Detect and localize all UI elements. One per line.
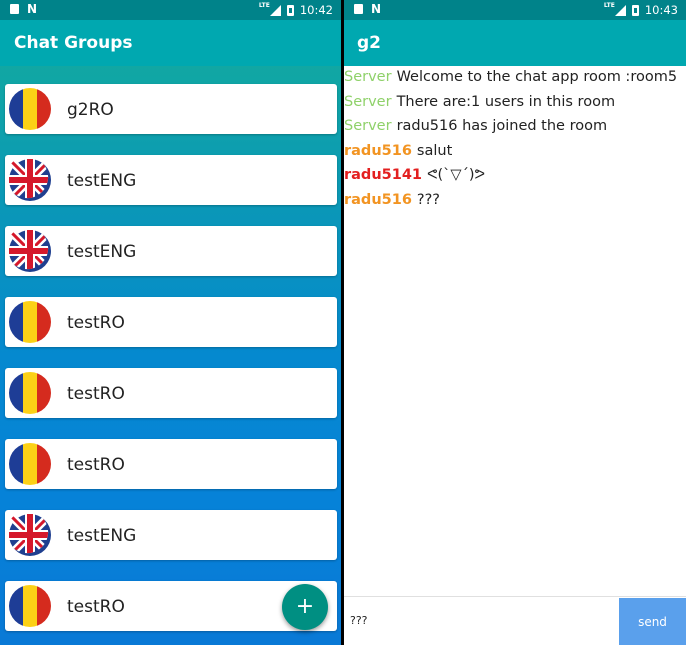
group-name: testENG (67, 242, 137, 262)
app-title: Chat Groups (14, 33, 133, 53)
message-list: Server Welcome to the chat app room :room… (344, 69, 686, 216)
signal-icon (269, 4, 281, 16)
message-text: Welcome to the chat app room :room5 (396, 69, 678, 85)
send-button[interactable]: send (619, 598, 686, 645)
group-card[interactable]: testENG (5, 510, 337, 560)
add-group-button[interactable]: + (282, 584, 328, 630)
group-name: testRO (67, 313, 125, 333)
message-text: ᕙ(`▽´)ᕗ (427, 167, 486, 183)
message-sender: radu516 (344, 191, 412, 208)
message-text: radu516 has joined the room (396, 118, 608, 134)
lte-indicator: LTE (258, 2, 270, 9)
chat-room-screen: N LTE 10:43 g2 Server Welcome to the chat… (344, 0, 686, 645)
group-name: testRO (67, 384, 125, 404)
uk-flag-icon (9, 159, 51, 201)
group-name: g2RO (67, 100, 114, 120)
group-name: testENG (67, 526, 137, 546)
group-card[interactable]: testENG (5, 226, 337, 276)
battery-icon (631, 4, 639, 16)
status-bar: N LTE 10:42 (0, 0, 341, 20)
message-text: salut (416, 142, 453, 159)
app-bar: g2 (344, 20, 686, 66)
group-card[interactable]: testRO (5, 368, 337, 418)
message-row: radu5141 ᕙ(`▽´)ᕗ (344, 167, 686, 192)
group-name: testENG (67, 171, 137, 191)
group-card[interactable]: testRO (5, 297, 337, 347)
room-title: g2 (357, 33, 381, 53)
message-text: There are:1 users in this room (396, 93, 616, 110)
sim-card-icon (354, 4, 363, 14)
romania-flag-icon (9, 443, 51, 485)
group-name: testRO (67, 597, 125, 617)
message-sender: Server (344, 69, 392, 85)
message-sender: Server (344, 118, 392, 134)
message-text: ??? (416, 191, 440, 208)
battery-icon (286, 4, 294, 16)
message-row: Server Welcome to the chat app room :room… (344, 69, 686, 94)
message-sender: radu5141 (344, 167, 422, 183)
group-card[interactable]: testENG (5, 155, 337, 205)
notification-n-icon: N (371, 2, 382, 16)
app-bar: Chat Groups (0, 20, 341, 66)
group-name: testRO (67, 455, 125, 475)
romania-flag-icon (9, 301, 51, 343)
group-card[interactable]: g2RO (5, 84, 337, 134)
message-row: Server radu516 has joined the room (344, 118, 686, 143)
lte-indicator: LTE (603, 2, 615, 9)
message-row: Server There are:1 users in this room (344, 94, 686, 119)
signal-icon (614, 4, 626, 16)
romania-flag-icon (9, 372, 51, 414)
message-sender: radu516 (344, 142, 412, 159)
notification-n-icon: N (27, 2, 38, 16)
group-card[interactable]: testRO (5, 439, 337, 489)
status-time: 10:43 (644, 3, 678, 17)
sim-card-icon (10, 4, 19, 14)
message-row: radu516 salut (344, 143, 686, 168)
message-composer: send (344, 596, 686, 645)
status-bar: N LTE 10:43 (344, 0, 686, 20)
uk-flag-icon (9, 514, 51, 556)
message-row: radu516??? (344, 192, 686, 217)
uk-flag-icon (9, 230, 51, 272)
chat-groups-screen: N LTE 10:42 Chat Groups g2RO testENG testE… (0, 0, 341, 645)
romania-flag-icon (9, 585, 51, 627)
message-sender: Server (344, 93, 392, 110)
message-input[interactable] (344, 597, 616, 644)
romania-flag-icon (9, 88, 51, 130)
status-time: 10:42 (299, 3, 333, 17)
